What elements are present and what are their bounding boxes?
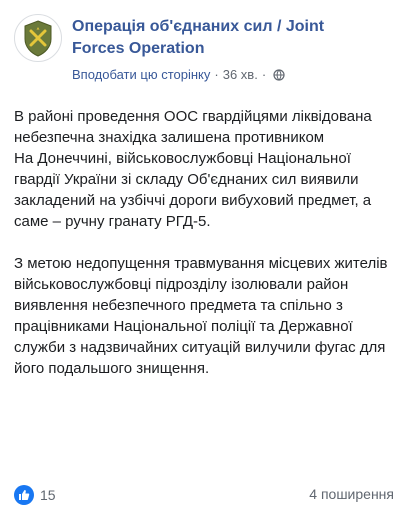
post-header: Операція об'єднаних сил / Joint Forces O…: [14, 14, 394, 86]
reactions-summary[interactable]: 15: [14, 483, 56, 507]
meta-separator: ·: [214, 67, 219, 82]
page-name-link[interactable]: Операція об'єднаних сил / Joint Forces O…: [72, 16, 372, 60]
thumbs-up-icon: [14, 485, 34, 505]
globe-icon: [273, 68, 285, 86]
like-page-link[interactable]: Вподобати цю сторінку: [72, 67, 210, 82]
jfo-emblem-icon: [24, 20, 52, 57]
post-meta: Вподобати цю сторінку · 36 хв. ·: [72, 66, 285, 86]
post-body: В районі проведення ООС гвардійцями лікв…: [14, 106, 394, 379]
post-paragraph-1: В районі проведення ООС гвардійцями лікв…: [14, 108, 372, 230]
shares-count-link[interactable]: 4 поширення: [309, 486, 394, 502]
facebook-post: Операція об'єднаних сил / Joint Forces O…: [0, 0, 408, 515]
meta-separator-2: ·: [261, 67, 267, 82]
post-timestamp[interactable]: 36 хв.: [223, 67, 258, 82]
page-avatar[interactable]: [14, 14, 62, 62]
reaction-count: 15: [40, 487, 56, 503]
post-paragraph-2: З метою недопущення травмування місцевих…: [14, 255, 388, 377]
post-footer: 15 4 поширення: [14, 483, 394, 507]
